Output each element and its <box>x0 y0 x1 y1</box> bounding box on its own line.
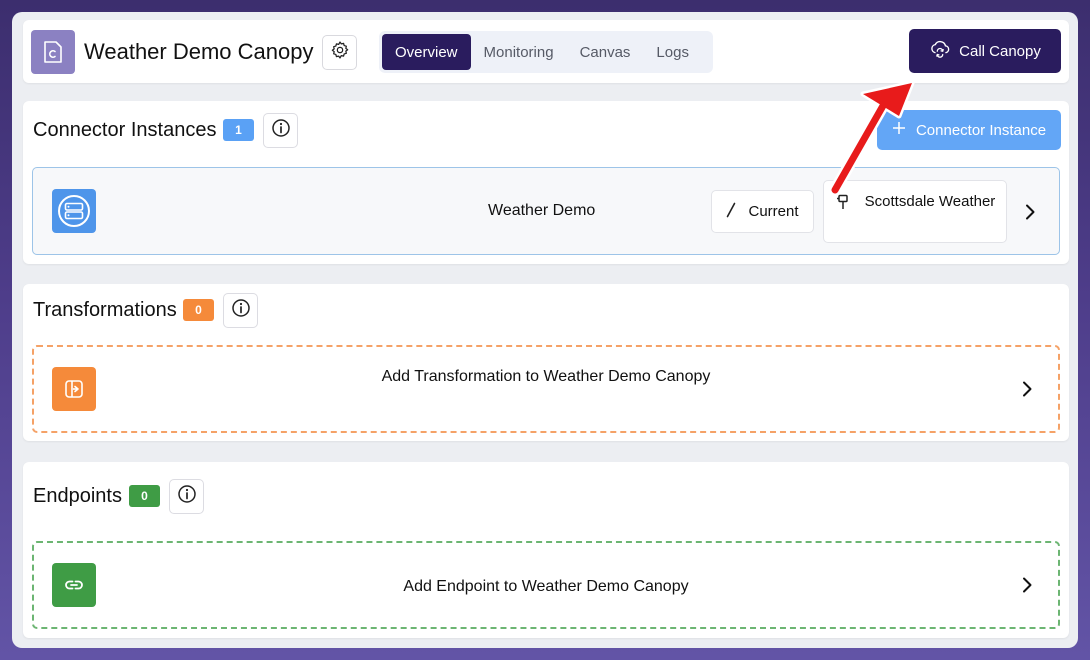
version-selector[interactable]: Current <box>711 190 814 233</box>
environment-selector[interactable]: Scottsdale Weather <box>823 180 1007 243</box>
call-canopy-label: Call Canopy <box>959 42 1041 60</box>
version-label: Current <box>748 203 799 220</box>
slash-icon <box>726 202 736 222</box>
connector-instances-section: Connector Instances 1 Connector Instance <box>23 101 1069 264</box>
add-transformation-row[interactable]: Add Transformation to Weather Demo Canop… <box>32 345 1060 433</box>
chevron-right-icon[interactable] <box>1023 203 1037 221</box>
transformation-count-badge: 0 <box>183 299 214 321</box>
tab-logs[interactable]: Logs <box>643 34 702 70</box>
transformations-section: Transformations 0 Add Transformation to … <box>23 284 1069 441</box>
transformations-info-button[interactable] <box>223 293 258 328</box>
add-endpoint-row[interactable]: Add Endpoint to Weather Demo Canopy <box>32 541 1060 629</box>
top-header: Weather Demo Canopy Overview Monitoring … <box>23 20 1069 83</box>
tab-canvas[interactable]: Canvas <box>567 34 644 70</box>
tab-overview[interactable]: Overview <box>382 34 471 70</box>
add-connector-instance-button[interactable]: Connector Instance <box>877 110 1061 150</box>
gear-icon <box>330 40 350 65</box>
endpoints-section: Endpoints 0 Add Endpoint to Weather Demo… <box>23 462 1069 638</box>
connector-name: Weather Demo <box>488 202 596 219</box>
link-icon <box>52 563 96 607</box>
endpoints-info-button[interactable] <box>169 479 204 514</box>
info-icon <box>271 118 291 143</box>
tab-monitoring[interactable]: Monitoring <box>471 34 567 70</box>
canopy-logo-icon <box>31 30 75 74</box>
info-icon <box>177 484 197 509</box>
section-title-transformations: Transformations <box>33 299 177 321</box>
plus-icon <box>892 121 906 139</box>
connector-count-badge: 1 <box>223 119 254 141</box>
view-tabs: Overview Monitoring Canvas Logs <box>379 31 713 73</box>
section-title-endpoints: Endpoints <box>33 485 122 507</box>
connector-instance-row[interactable]: Weather Demo Current Scottsdale Weather <box>32 167 1060 255</box>
call-canopy-button[interactable]: Call Canopy <box>909 29 1061 73</box>
server-icon <box>52 189 96 233</box>
settings-button[interactable] <box>322 35 357 70</box>
chevron-right-icon[interactable] <box>1020 380 1034 398</box>
cloud-sync-icon <box>929 39 951 63</box>
connectors-info-button[interactable] <box>263 113 298 148</box>
chevron-right-icon[interactable] <box>1020 576 1034 594</box>
endpoint-count-badge: 0 <box>129 485 160 507</box>
pin-icon <box>836 193 850 216</box>
add-connector-label: Connector Instance <box>915 121 1047 139</box>
app-window: Weather Demo Canopy Overview Monitoring … <box>12 12 1078 648</box>
add-endpoint-label: Add Endpoint to Weather Demo Canopy <box>403 578 689 595</box>
transform-icon <box>52 367 96 411</box>
page-title: Weather Demo Canopy <box>84 39 314 64</box>
environment-label: Scottsdale Weather <box>864 193 996 210</box>
section-title-connectors: Connector Instances <box>33 119 217 141</box>
info-icon <box>231 298 251 323</box>
add-transformation-label: Add Transformation to Weather Demo Canop… <box>381 368 711 385</box>
